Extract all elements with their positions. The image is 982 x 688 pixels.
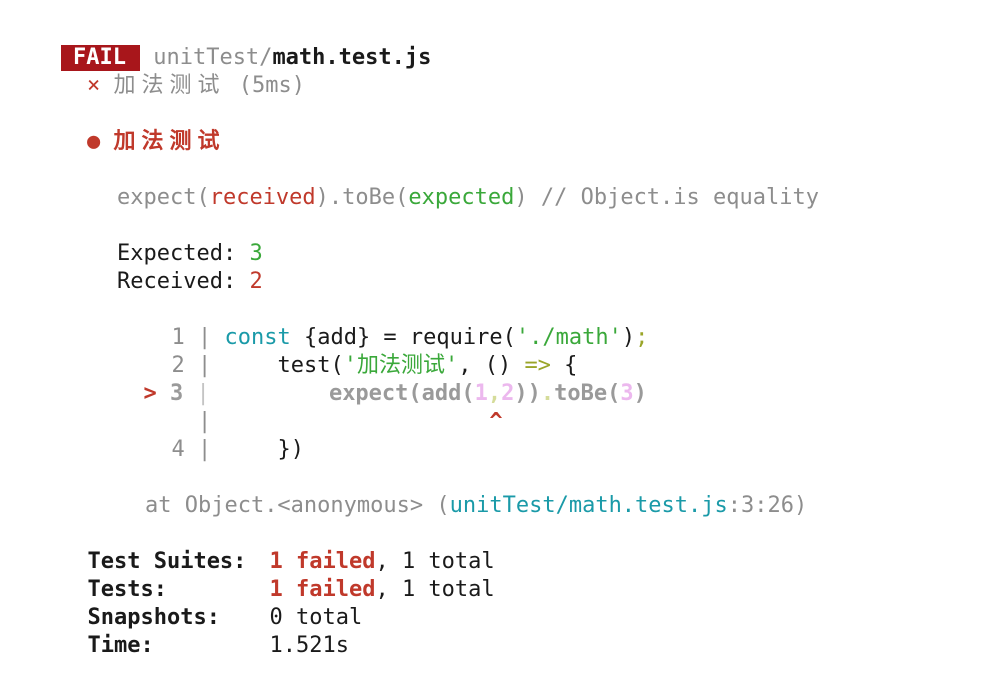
code-text: ) — [633, 381, 647, 406]
code-line-1: 1 | const {add} = require('./math'); — [92, 296, 648, 350]
code-text: }) — [224, 437, 304, 462]
code-punct: . — [540, 381, 555, 406]
matcher-hint: expect(received).toBe(expected) // Objec… — [64, 156, 819, 210]
code-text: )) — [514, 381, 541, 406]
code-text: ) — [621, 325, 636, 350]
stack-suffix: :3:26) — [727, 493, 808, 518]
bullet-icon: ● — [86, 129, 101, 154]
code-line-3-highlighted: > 3 | expect(add(1,2)).toBe(3) — [64, 352, 646, 406]
summary-total: , 1 total — [375, 577, 495, 602]
received-line: Received: 2 — [64, 240, 263, 294]
matcher-mid: ).toBe( — [315, 185, 409, 210]
test-duration: (5ms) — [238, 73, 305, 98]
expected-line: Expected: 3 — [64, 212, 263, 266]
matcher-received: received — [209, 185, 316, 210]
test-file-header: FAIL unitTest/math.test.js — [0, 16, 431, 71]
test-result-line: × 加法测试 (5ms) — [34, 44, 305, 98]
summary-suites: Test Suites: 1 failed, 1 total — [8, 520, 494, 574]
code-punct: ; — [635, 325, 649, 350]
summary-snapshots: Snapshots: 0 total — [8, 576, 362, 630]
failure-title: 加法测试 — [113, 129, 226, 154]
code-line-4: 4 | }) — [92, 408, 303, 462]
received-value: 2 — [249, 269, 263, 294]
code-number: 3 — [620, 381, 634, 406]
stack-file-link[interactable]: unitTest/math.test.js — [450, 493, 728, 518]
stack-prefix: at Object.<anonymous> ( — [144, 493, 450, 518]
line-number: 4 — [171, 437, 185, 462]
test-name: 加法测试 — [113, 73, 226, 98]
code-pointer-line: | ^ — [92, 380, 503, 434]
received-label: Received: — [116, 269, 250, 294]
failure-title-line: ● 加法测试 — [34, 100, 226, 154]
summary-label: Time: — [87, 633, 154, 658]
caret-pointer: ^ — [489, 409, 503, 434]
summary-value: 1.521s — [269, 633, 349, 658]
code-number: 2 — [501, 381, 515, 406]
fail-x-icon: × — [86, 73, 101, 98]
stack-trace-line: at Object.<anonymous> (unitTest/math.tes… — [92, 464, 807, 518]
matcher-expected: expected — [408, 185, 515, 210]
code-text: toBe( — [554, 381, 621, 406]
summary-tests: Tests: 1 failed, 1 total — [8, 548, 494, 602]
matcher-prefix: expect( — [116, 185, 210, 210]
gutter-separator: | — [184, 437, 225, 462]
matcher-suffix: ) // Object.is equality — [514, 185, 819, 210]
code-line-2: 2 | test('加法测试', () => { — [92, 324, 577, 378]
